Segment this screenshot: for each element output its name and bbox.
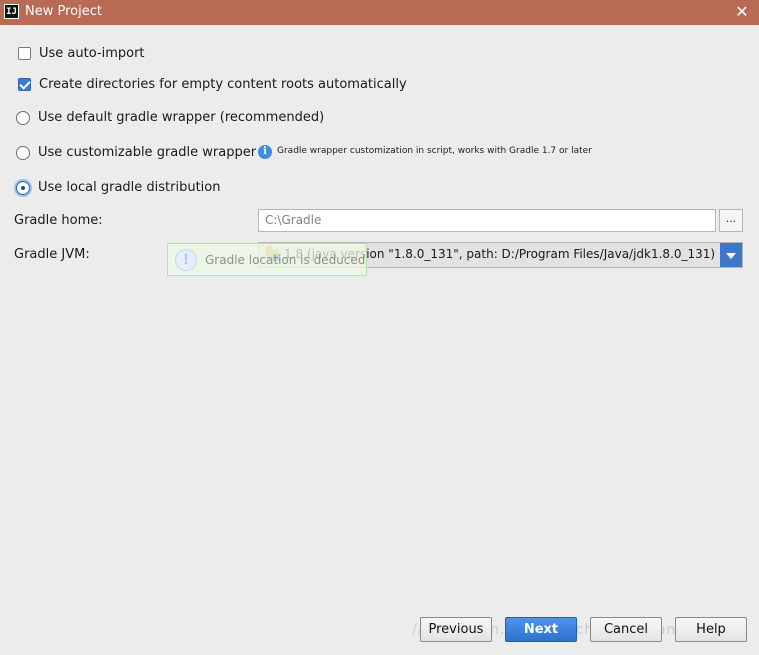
intellij-logo-icon: IJ — [4, 4, 19, 19]
customizable-gradle-wrapper-radio[interactable] — [16, 145, 30, 160]
info-icon: i — [258, 145, 272, 159]
auto-import-checkbox[interactable] — [18, 47, 31, 60]
close-icon[interactable]: ✕ — [725, 0, 759, 25]
create-directories-option[interactable]: Create directories for empty content roo… — [18, 77, 407, 92]
tooltip-text: Gradle location is deduced — [205, 253, 366, 267]
help-button[interactable]: Help — [675, 617, 747, 642]
default-gradle-wrapper-option[interactable]: Use default gradle wrapper (recommended) — [16, 110, 324, 125]
auto-import-option[interactable]: Use auto-import — [18, 46, 145, 61]
gradle-location-tooltip: ! Gradle location is deduced — [167, 243, 367, 276]
cancel-button[interactable]: Cancel — [590, 617, 662, 642]
create-directories-label: Create directories for empty content roo… — [39, 77, 407, 92]
local-gradle-distribution-option[interactable]: Use local gradle distribution — [16, 180, 220, 195]
previous-button[interactable]: Previous — [420, 617, 492, 642]
auto-import-label: Use auto-import — [39, 46, 145, 61]
wrapper-info-text: Gradle wrapper customization in script, … — [277, 146, 592, 156]
gradle-home-input[interactable]: C:\Gradle — [258, 209, 716, 232]
title-bar: IJ New Project ✕ — [0, 0, 759, 25]
warning-icon: ! — [175, 249, 197, 271]
default-gradle-wrapper-radio[interactable] — [16, 110, 30, 125]
create-directories-checkbox[interactable] — [18, 78, 31, 91]
gradle-jvm-label: Gradle JVM: — [14, 247, 90, 262]
default-gradle-wrapper-label: Use default gradle wrapper (recommended) — [38, 110, 325, 125]
gradle-home-label: Gradle home: — [14, 213, 103, 228]
local-gradle-distribution-label: Use local gradle distribution — [38, 180, 221, 195]
next-button[interactable]: Next — [505, 617, 577, 642]
customizable-gradle-wrapper-label: Use customizable gradle wrapper — [38, 145, 257, 160]
chevron-down-icon[interactable] — [720, 243, 742, 267]
browse-button[interactable]: ... — [719, 209, 743, 232]
customizable-gradle-wrapper-option[interactable]: Use customizable gradle wrapper — [16, 145, 256, 160]
local-gradle-distribution-radio[interactable] — [16, 180, 30, 195]
window-title: New Project — [25, 4, 102, 19]
